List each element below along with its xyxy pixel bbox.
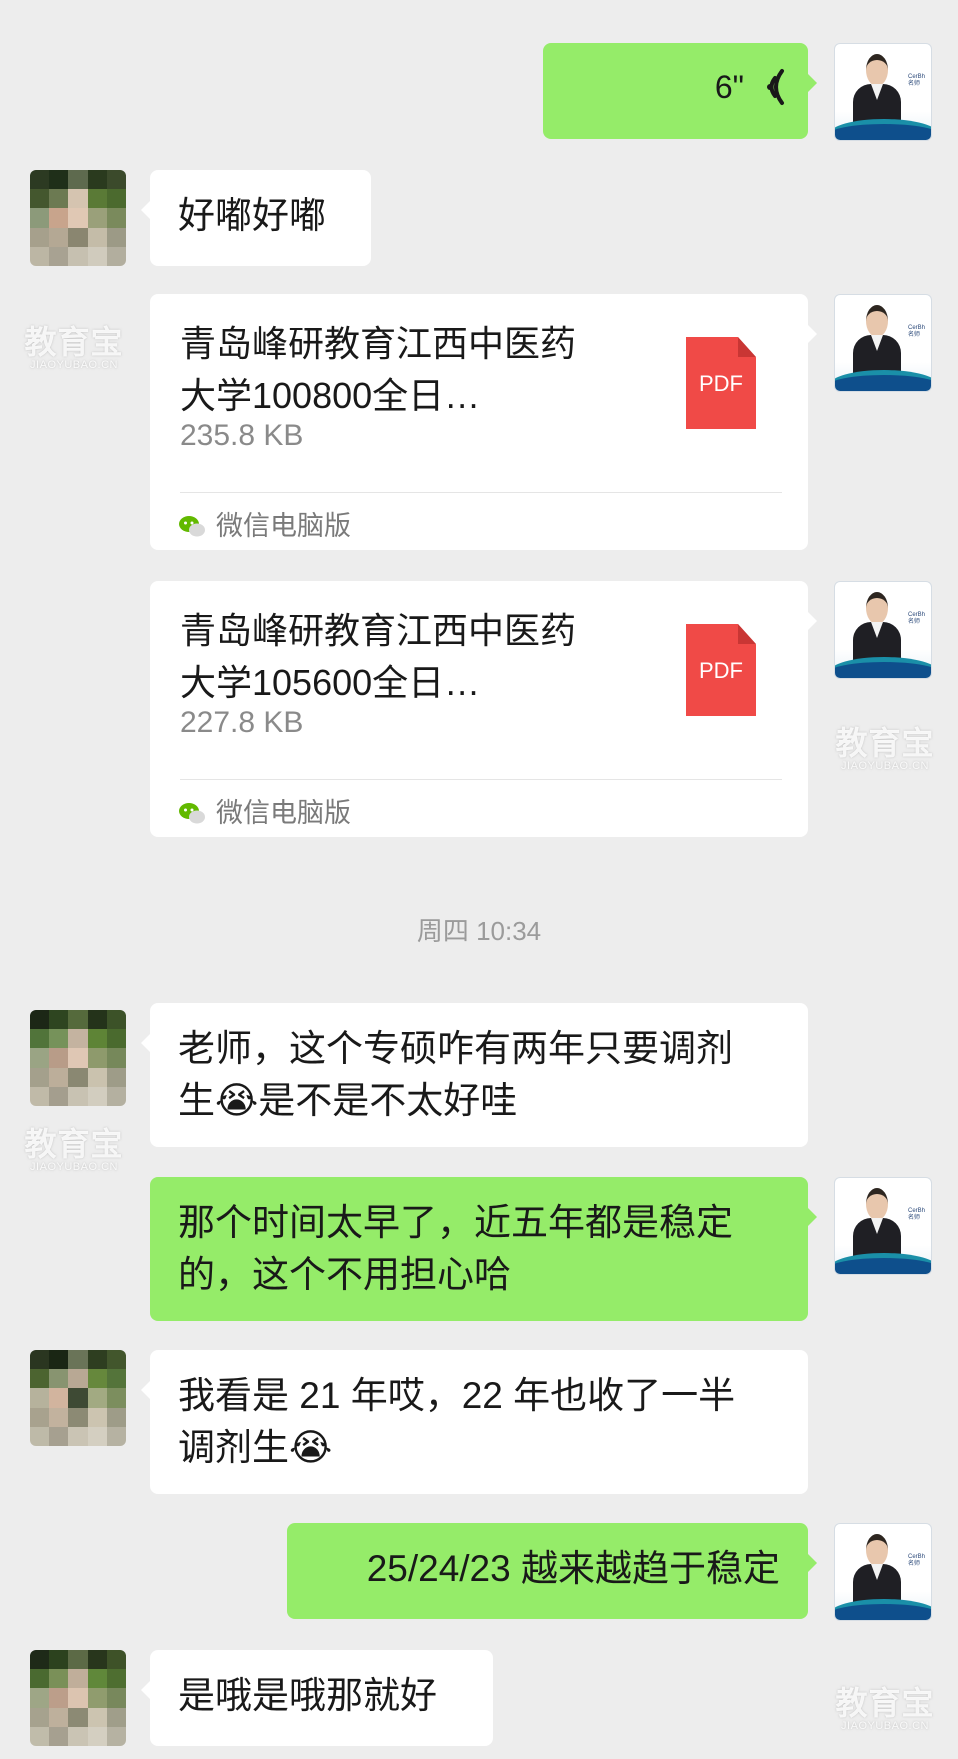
message-text-line: 那个时间太早了，近五年都是稳定: [178, 1202, 733, 1243]
voice-duration: 6": [714, 69, 744, 105]
timestamp: 周四 10:34: [416, 916, 542, 946]
teacher-avatar[interactable]: CerBh 名师: [834, 294, 932, 392]
file-size: 235.8 KB: [180, 419, 304, 452]
message-text: 25/24/23 越来越趋于稳定: [366, 1548, 780, 1589]
voice-message-bubble[interactable]: 6": [543, 43, 817, 139]
message-text-line: 生😭是不是不太好哇: [178, 1080, 518, 1121]
voice-wave-icon: [767, 69, 784, 105]
teacher-avatar[interactable]: CerBh 名师: [834, 1177, 932, 1275]
divider: [180, 492, 782, 493]
file-message-card[interactable]: 青岛峰研教育江西中医药 大学100800全日… 235.8 KB PDF 微信电…: [150, 294, 817, 550]
message-text: 好嘟好嘟: [178, 195, 326, 236]
file-source-label: 微信电脑版: [216, 798, 351, 828]
student-avatar[interactable]: [30, 1350, 126, 1446]
message-text-line: 的，这个不用担心哈: [178, 1254, 511, 1295]
pdf-icon-label: PDF: [699, 658, 743, 683]
message-bubble[interactable]: 是哦是哦那就好: [141, 1650, 493, 1746]
file-name: 青岛峰研教育江西中医药 大学100800全日…: [180, 323, 577, 416]
watermark: 教育宝 JIAOYUBAO.CN: [835, 1685, 935, 1732]
teacher-avatar[interactable]: CerBh 名师: [834, 581, 932, 679]
divider: [180, 779, 782, 780]
message-text: 是哦是哦那就好: [178, 1675, 437, 1716]
pdf-icon-label: PDF: [699, 371, 743, 396]
teacher-avatar[interactable]: CerBh 名师: [834, 1523, 932, 1621]
wechat-icon: [179, 516, 205, 537]
voice-message: 6": [715, 67, 790, 107]
student-avatar[interactable]: [30, 1010, 126, 1106]
message-text-line: 我看是 21 年哎，22 年也收了一半: [178, 1375, 736, 1416]
message-bubble[interactable]: 那个时间太早了，近五年都是稳定 的，这个不用担心哈: [150, 1177, 817, 1321]
watermark: 教育宝 JIAOYUBAO.CN: [835, 725, 935, 772]
message-bubble[interactable]: 25/24/23 越来越趋于稳定: [287, 1523, 817, 1619]
file-source-label: 微信电脑版: [216, 511, 351, 541]
message-text-line: 老师，这个专硕咋有两年只要调剂: [178, 1028, 733, 1069]
wechat-icon: [179, 803, 205, 824]
watermark: 教育宝 JIAOYUBAO.CN: [24, 324, 124, 371]
message-bubble[interactable]: 我看是 21 年哎，22 年也收了一半 调剂生😭: [141, 1350, 808, 1494]
message-text-line: 调剂生😭: [178, 1427, 333, 1468]
message-bubble[interactable]: 好嘟好嘟: [141, 170, 371, 266]
student-avatar[interactable]: [30, 1650, 126, 1746]
file-size: 227.8 KB: [180, 706, 304, 739]
teacher-avatar[interactable]: CerBh 名师: [834, 43, 932, 141]
file-name: 青岛峰研教育江西中医药 大学105600全日…: [180, 610, 577, 703]
message-bubble[interactable]: 老师，这个专硕咋有两年只要调剂 生😭是不是不太好哇: [141, 1003, 808, 1147]
file-message-card[interactable]: 青岛峰研教育江西中医药 大学105600全日… 227.8 KB PDF 微信电…: [150, 581, 817, 837]
watermark: 教育宝 JIAOYUBAO.CN: [24, 1126, 124, 1173]
student-avatar[interactable]: [30, 170, 126, 266]
